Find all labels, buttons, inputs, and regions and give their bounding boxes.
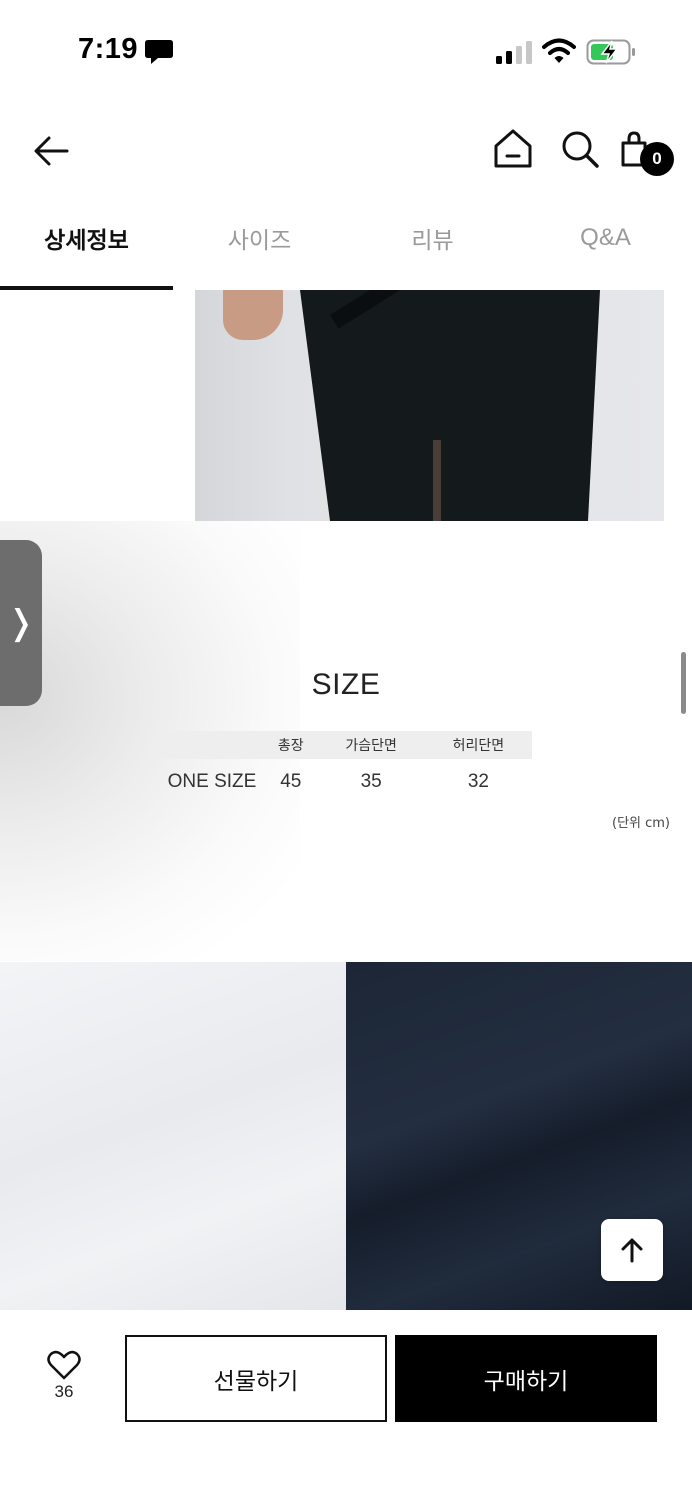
photo-skirt [300,290,600,521]
search-button[interactable] [558,128,602,172]
size-chart-header-row: 총장 가슴단면 허리단면 [160,731,532,759]
tab-detail-info[interactable]: 상세정보 [0,200,173,290]
tab-qa[interactable]: Q&A [519,200,692,290]
size-chart-title: SIZE [311,668,381,701]
size-chart-header-cell [160,731,264,759]
cart-count-badge: 0 [640,142,674,176]
arrow-up-icon [621,1238,643,1263]
home-button[interactable] [490,126,536,172]
product-detail-content[interactable]: ❭ SIZE 총장 가슴단면 허리단면 ONE SIZE 45 35 32 (단… [0,290,692,1310]
photo-hand [223,290,283,340]
size-chart-header-cell: 허리단면 [424,731,532,759]
tab-size[interactable]: 사이즈 [173,200,346,290]
size-chart-row: ONE SIZE 45 35 32 [160,759,532,805]
app-header: 0 [0,100,692,200]
size-chart-cell: 32 [467,771,489,792]
bottom-action-bar: 36 선물하기 구매하기 [0,1310,692,1500]
status-time: 7:19 [78,33,139,65]
size-chart-cell: 35 [360,771,382,792]
battery-charging-icon [586,39,635,65]
product-photo [195,290,664,521]
scroll-to-top-button[interactable] [601,1219,663,1281]
signal-icon [496,41,532,64]
like-button[interactable]: 36 [36,1350,92,1414]
tab-reviews[interactable]: 리뷰 [346,200,519,290]
back-button[interactable] [28,128,74,174]
search-icon [562,131,599,168]
size-chart-header-cell: 총장 [264,731,318,759]
photo-slit [433,440,441,521]
size-unit-note: (단위 cm) [612,816,671,831]
home-icon [494,129,532,168]
fabric-swatch-white [0,962,346,1310]
message-icon [145,40,173,64]
size-chart-table: 총장 가슴단면 허리단면 ONE SIZE 45 35 32 [160,731,532,805]
buy-button[interactable]: 구매하기 [395,1335,657,1422]
heart-icon [47,1350,81,1380]
back-arrow-icon [34,136,69,166]
size-chart-header-cell: 가슴단면 [317,731,425,759]
status-bar: 7:19 [0,0,692,100]
gift-button[interactable]: 선물하기 [125,1335,387,1422]
like-count: 36 [54,1382,74,1401]
size-row-label: ONE SIZE [167,771,257,792]
wifi-icon [542,38,576,63]
cart-button[interactable]: 0 [618,126,678,178]
size-chart-cell: 45 [280,771,302,792]
tab-bar: 상세정보 사이즈 리뷰 Q&A [0,200,692,290]
